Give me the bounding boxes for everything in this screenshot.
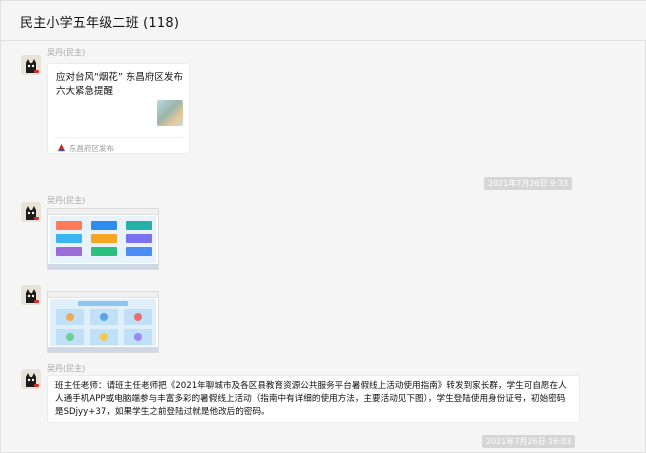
avatar[interactable] [21, 55, 41, 75]
chat-header: 民主小学五年级二班 (118) [1, 1, 646, 41]
article-thumbnail [157, 100, 183, 126]
message-timestamp: 2021年7月26日 9:33 [484, 177, 573, 190]
cat-avatar-icon [21, 369, 41, 389]
chat-scrollbar[interactable] [638, 45, 642, 449]
chat-window: 民主小学五年级二班 (118) 吴丹(民主) 应对台风“烟花” 东昌府区发布六大… [0, 0, 646, 453]
message-timestamp: 2021年7月26日 16:03 [482, 435, 576, 448]
sender-name: 吴丹(民主) [47, 364, 86, 373]
chat-title[interactable]: 民主小学五年级二班 (118) [20, 12, 179, 31]
avatar[interactable] [21, 285, 41, 305]
cat-avatar-icon [21, 202, 41, 222]
card-divider [54, 137, 183, 138]
avatar[interactable] [21, 369, 41, 389]
message-bubble[interactable]: 班主任老师：请班主任老师把《2021年聊城市及各区县教育资源公共服务平台暑假线上… [47, 375, 580, 423]
avatar[interactable] [21, 202, 41, 222]
article-card[interactable]: 应对台风“烟花” 东昌府区发布六大紧急提醒 东昌府区发布 [47, 63, 190, 154]
cat-avatar-icon [21, 55, 41, 75]
article-source: 东昌府区发布 [69, 144, 114, 153]
source-logo-icon [57, 143, 66, 152]
cat-avatar-icon [21, 285, 41, 305]
image-thumbnail[interactable] [47, 291, 159, 353]
sender-name: 吴丹(民主) [47, 196, 86, 205]
sender-name: 吴丹(民主) [47, 48, 86, 57]
article-title: 应对台风“烟花” 东昌府区发布六大紧急提醒 [56, 72, 183, 97]
image-thumbnail[interactable] [47, 208, 159, 270]
